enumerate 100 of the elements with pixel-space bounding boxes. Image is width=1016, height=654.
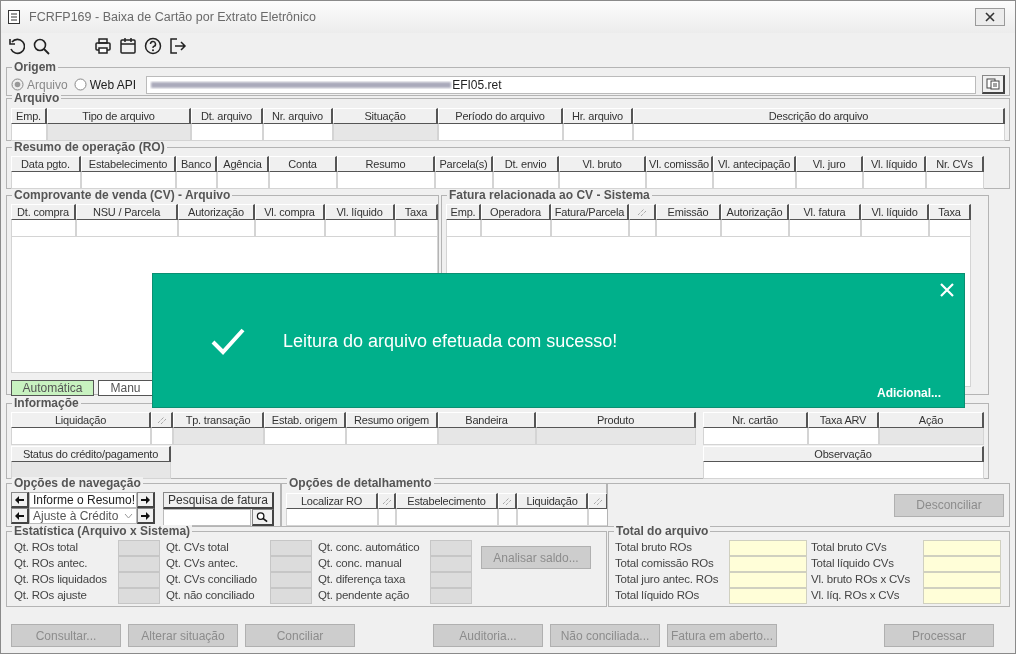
sort-button[interactable] <box>151 412 173 428</box>
column-header[interactable]: Nr. arquivo <box>263 108 333 124</box>
column-header[interactable]: Vl. líquido <box>863 156 926 172</box>
previous-button[interactable] <box>11 492 29 508</box>
column-header[interactable]: Observação <box>703 446 984 462</box>
next-button[interactable] <box>137 492 155 508</box>
column-header[interactable]: NSU / Parcela <box>76 204 178 220</box>
column-header[interactable]: Emissão <box>656 204 721 220</box>
total-label: Vl. bruto ROs x CVs <box>811 572 912 587</box>
column-header[interactable]: Vl. antecipação <box>713 156 796 172</box>
search-icon <box>256 511 269 523</box>
column-header[interactable]: Autorização <box>721 204 789 220</box>
stat-label: Qt. CVs total <box>166 540 230 555</box>
column-header[interactable]: Descrição do arquivo <box>633 108 1005 124</box>
column-header[interactable]: Bandeira <box>438 412 536 428</box>
column-header[interactable]: Agência <box>217 156 269 172</box>
column-header[interactable]: Vl. bruto <box>559 156 646 172</box>
column-header[interactable]: Tipo de arquivo <box>47 108 191 124</box>
sort-button[interactable] <box>498 493 517 509</box>
stat-field <box>430 556 472 572</box>
column-header[interactable]: Vl. comissão <box>646 156 713 172</box>
search-button[interactable] <box>252 509 274 526</box>
column-header[interactable]: Nr. cartão <box>703 412 808 428</box>
column-header[interactable]: Vl. compra <box>255 204 325 220</box>
close-icon <box>985 12 995 22</box>
stat-field <box>270 572 312 588</box>
group-title: Comprovante de venda (CV) - Arquivo <box>12 189 233 202</box>
next-button[interactable] <box>137 508 155 524</box>
calendar-icon[interactable] <box>119 37 137 55</box>
column-header[interactable]: Banco <box>176 156 217 172</box>
sort-button[interactable] <box>378 493 396 509</box>
radio-label: Arquivo <box>27 77 68 92</box>
refresh-icon[interactable] <box>7 37 25 55</box>
window-title: FCRFP169 - Baixa de Cartão por Extrato Eletrônico <box>29 10 317 24</box>
close-icon[interactable] <box>939 282 955 298</box>
column-header[interactable]: Vl. fatura <box>789 204 861 220</box>
document-icon <box>7 9 21 25</box>
column-header[interactable]: Período do arquivo <box>438 108 563 124</box>
column-header[interactable]: Liquidação <box>517 493 588 509</box>
file-path-field[interactable]: EFI05.ret <box>146 75 976 94</box>
column-header[interactable]: Taxa <box>929 204 971 220</box>
sort-icon <box>592 496 603 506</box>
total-label: Vl. líq. ROs x CVs <box>811 588 901 603</box>
column-header[interactable]: Operadora <box>481 204 551 220</box>
close-button[interactable] <box>975 8 1005 26</box>
column-header[interactable]: Vl. juro <box>796 156 863 172</box>
text-field[interactable]: Informe o Resumo! <box>29 492 137 508</box>
column-header[interactable]: Tp. transação <box>173 412 264 428</box>
total-label: Total líquido ROs <box>615 588 701 603</box>
column-header[interactable]: Emp. <box>446 204 481 220</box>
previous-button[interactable] <box>11 508 29 524</box>
column-header[interactable]: Conta <box>269 156 337 172</box>
stat-field <box>430 540 472 556</box>
dropdown-value: Ajuste à Crédito <box>33 509 119 523</box>
column-header[interactable]: Estabelecimento <box>81 156 176 172</box>
column-header[interactable]: Localizar RO <box>286 493 378 509</box>
search-field[interactable] <box>163 509 251 526</box>
column-header[interactable]: Fatura/Parcela <box>551 204 629 220</box>
column-header[interactable]: Estabelecimento <box>396 493 498 509</box>
exit-icon[interactable] <box>169 37 187 55</box>
column-header[interactable]: Autorização <box>178 204 255 220</box>
column-header[interactable]: Nr. CVs <box>926 156 984 172</box>
column-header[interactable]: Liquidação <box>11 412 151 428</box>
total-label: Total juro antec. ROs <box>615 572 720 587</box>
column-header[interactable]: Vl. líquido <box>861 204 929 220</box>
dropdown-field[interactable]: Ajuste à Crédito <box>29 508 137 524</box>
sort-button[interactable] <box>588 493 608 509</box>
browse-button[interactable] <box>982 75 1005 94</box>
mode-button[interactable]: Automática <box>11 380 94 396</box>
column-header[interactable]: Estab. origem <box>264 412 346 428</box>
stat-label: Qt. ROs liquidados <box>14 572 108 587</box>
column-header[interactable]: Hr. arquivo <box>563 108 633 124</box>
sort-button[interactable] <box>629 204 656 220</box>
stat-label: Qt. conc. manual <box>318 556 403 571</box>
group-title: Arquivo <box>12 92 62 105</box>
radio-button[interactable] <box>73 78 87 91</box>
column-header[interactable]: Dt. arquivo <box>191 108 263 124</box>
column-header[interactable]: Taxa ARV <box>808 412 879 428</box>
search-button[interactable]: Pesquisa de fatura <box>163 492 274 509</box>
column-header[interactable]: Produto <box>536 412 696 428</box>
stat-label: Qt. pendente ação <box>318 588 411 603</box>
group-title: Opções de navegação <box>12 477 143 490</box>
column-header[interactable]: Resumo origem <box>346 412 438 428</box>
column-header[interactable]: Status do crédito/pagamento <box>11 446 171 462</box>
stat-field <box>270 588 312 604</box>
column-header[interactable]: Resumo <box>337 156 435 172</box>
printer-icon[interactable] <box>94 37 112 55</box>
column-header[interactable]: Emp. <box>11 108 47 124</box>
column-header[interactable]: Vl. líquido <box>325 204 395 220</box>
column-header[interactable]: Situação <box>333 108 438 124</box>
mode-button[interactable]: Manu <box>98 380 153 396</box>
column-header[interactable]: Ação <box>879 412 984 428</box>
column-header[interactable]: Taxa <box>395 204 438 220</box>
column-header[interactable]: Data pgto. <box>11 156 81 172</box>
column-header[interactable]: Parcela(s) <box>435 156 493 172</box>
search-icon[interactable] <box>32 37 50 55</box>
column-header[interactable]: Dt. envio <box>493 156 559 172</box>
column-header[interactable]: Dt. compra <box>11 204 76 220</box>
radio-label: Web API <box>89 77 137 92</box>
help-icon[interactable] <box>144 37 162 55</box>
